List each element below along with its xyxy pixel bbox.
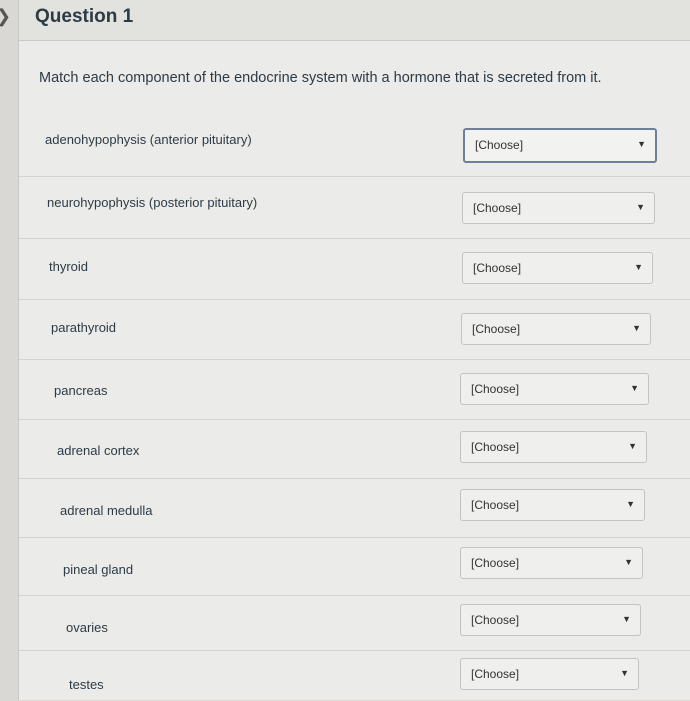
match-row: parathyroid [Choose] ▼ (19, 299, 690, 360)
select-value: [Choose] (473, 261, 522, 275)
match-row: neurohypophysis (posterior pituitary) [C… (19, 176, 690, 239)
match-label: thyroid (49, 259, 89, 274)
question-prompt: Match each component of the endocrine sy… (39, 70, 602, 86)
match-label: pancreas (54, 383, 108, 398)
select-value: [Choose] (471, 556, 520, 570)
match-label: adrenal medulla (60, 503, 153, 518)
select-value: [Choose] (475, 138, 524, 152)
select-value: [Choose] (471, 498, 520, 512)
caret-down-icon: ▼ (620, 668, 629, 678)
match-label: adrenal cortex (57, 443, 140, 458)
match-row: adrenal cortex [Choose] ▼ (19, 419, 690, 479)
match-row: ovaries [Choose] ▼ (19, 595, 690, 651)
hormone-select[interactable]: [Choose] ▼ (460, 431, 647, 463)
caret-down-icon: ▼ (630, 383, 639, 393)
caret-down-icon: ▼ (626, 499, 635, 509)
hormone-select[interactable]: [Choose] ▼ (460, 489, 645, 521)
select-value: [Choose] (471, 382, 520, 396)
hormone-select[interactable]: [Choose] ▼ (463, 128, 657, 163)
select-value: [Choose] (471, 613, 520, 627)
caret-down-icon: ▼ (624, 557, 633, 567)
question-card: Question 1 Match each component of the e… (18, 0, 690, 700)
match-label: ovaries (66, 620, 108, 635)
hormone-select[interactable]: [Choose] ▼ (460, 658, 639, 690)
hormone-select[interactable]: [Choose] ▼ (461, 313, 651, 345)
hormone-select[interactable]: [Choose] ▼ (460, 547, 643, 579)
caret-down-icon: ▼ (634, 262, 643, 272)
chevron-left-icon[interactable]: ❯ (0, 6, 11, 26)
question-title: Question 1 (35, 6, 134, 27)
caret-down-icon: ▼ (628, 441, 637, 451)
hormone-select[interactable]: [Choose] ▼ (460, 604, 641, 636)
match-row: pineal gland [Choose] ▼ (19, 537, 690, 596)
match-label: adenohypophysis (anterior pituitary) (45, 132, 252, 147)
caret-down-icon: ▼ (632, 323, 641, 333)
select-value: [Choose] (471, 667, 520, 681)
select-value: [Choose] (471, 440, 520, 454)
match-label: parathyroid (51, 320, 117, 335)
match-label: pineal gland (63, 562, 134, 577)
match-label: neurohypophysis (posterior pituitary) (47, 195, 258, 210)
select-value: [Choose] (472, 322, 521, 336)
question-header: Question 1 (19, 0, 690, 41)
hormone-select[interactable]: [Choose] ▼ (462, 252, 653, 284)
match-label: testes (69, 677, 104, 692)
match-row: thyroid [Choose] ▼ (19, 238, 690, 300)
match-row: adrenal medulla [Choose] ▼ (19, 478, 690, 538)
match-row: testes [Choose] ▼ (19, 650, 690, 701)
match-row: adenohypophysis (anterior pituitary) [Ch… (19, 112, 690, 176)
caret-down-icon: ▼ (637, 139, 646, 149)
caret-down-icon: ▼ (636, 202, 645, 212)
hormone-select[interactable]: [Choose] ▼ (460, 373, 649, 405)
match-row: pancreas [Choose] ▼ (19, 359, 690, 420)
select-value: [Choose] (473, 201, 522, 215)
hormone-select[interactable]: [Choose] ▼ (462, 192, 655, 224)
caret-down-icon: ▼ (622, 614, 631, 624)
